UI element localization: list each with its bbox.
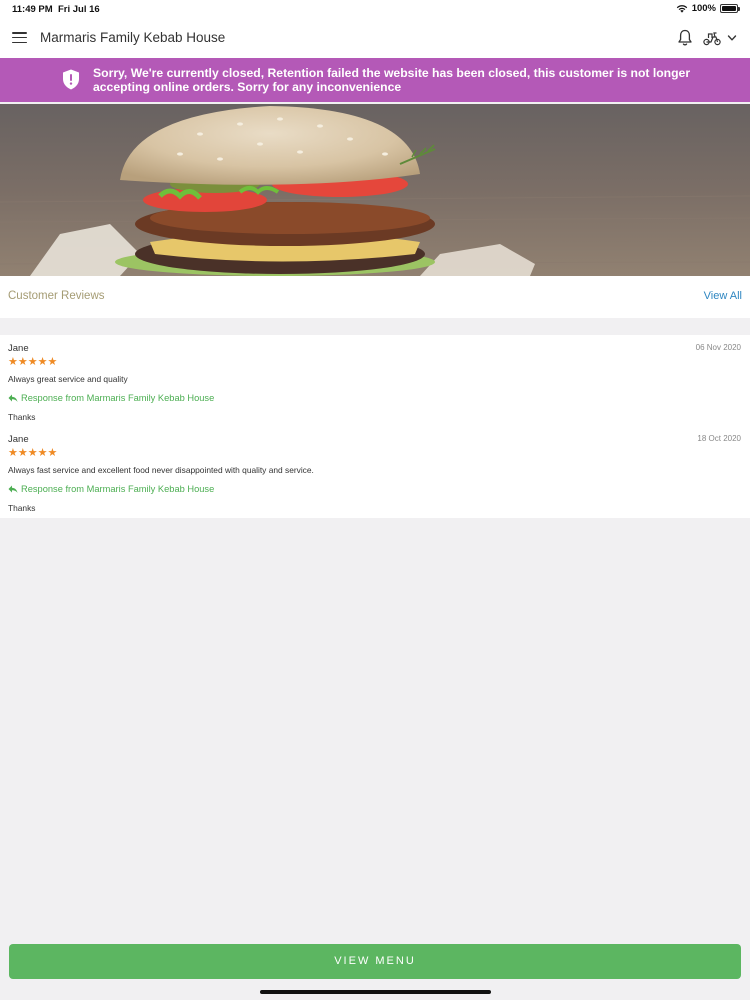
battery-icon <box>720 4 740 13</box>
closed-message: Sorry, We're currently closed, Retention… <box>93 66 691 94</box>
response-link[interactable]: Response from Marmaris Family Kebab Hous… <box>8 484 214 494</box>
burger-illustration <box>0 104 750 276</box>
star-rating: ★★★★★ <box>8 447 57 459</box>
review-item: Jane 18 Oct 2020 ★★★★★ Always fast servi… <box>0 426 750 516</box>
star-rating: ★★★★★ <box>8 356 57 368</box>
closed-banner: Sorry, We're currently closed, Retention… <box>0 58 750 102</box>
star-icons: ★★★★★ <box>8 447 58 459</box>
review-text: Always fast service and excellent food n… <box>8 465 314 475</box>
reply-icon <box>8 485 18 493</box>
status-bar: 11:49 PM Fri Jul 16 100% <box>0 0 750 18</box>
restaurant-title: Marmaris Family Kebab House <box>40 30 226 45</box>
view-all-link[interactable]: View All <box>704 290 742 302</box>
reviews-list: Jane 06 Nov 2020 ★★★★★ Always great serv… <box>0 335 750 518</box>
bell-icon[interactable] <box>677 29 693 47</box>
home-indicator <box>260 990 491 994</box>
wifi-icon <box>676 5 687 13</box>
star-icons: ★★★★★ <box>8 356 58 368</box>
response-label: Response from Marmaris Family Kebab Hous… <box>21 484 215 494</box>
reply-icon <box>8 394 18 402</box>
reviews-title: Customer Reviews <box>8 290 105 302</box>
app-header: Marmaris Family Kebab House <box>0 18 750 58</box>
battery-percent: 100% <box>691 3 716 14</box>
reviewer-name: Jane <box>8 434 29 445</box>
response-text: Thanks <box>8 503 36 513</box>
review-date: 18 Oct 2020 <box>697 434 741 443</box>
scooter-icon[interactable] <box>702 29 722 47</box>
reviewer-name: Jane <box>8 343 29 354</box>
review-date: 06 Nov 2020 <box>695 343 741 352</box>
chevron-down-icon[interactable] <box>726 31 738 45</box>
status-indicators: 100% <box>676 3 740 14</box>
response-link[interactable]: Response from Marmaris Family Kebab Hous… <box>8 393 214 403</box>
menu-icon[interactable] <box>12 32 27 44</box>
hero-burger-image <box>0 104 750 276</box>
reviews-header: Customer Reviews View All <box>0 276 750 318</box>
shield-alert-icon <box>63 69 79 90</box>
view-menu-button[interactable]: VIEW MENU <box>9 944 741 979</box>
review-text: Always great service and quality <box>8 374 128 384</box>
response-text: Thanks <box>8 412 36 422</box>
status-date: Fri Jul 16 <box>58 4 100 15</box>
review-item: Jane 06 Nov 2020 ★★★★★ Always great serv… <box>0 335 750 425</box>
status-time: 11:49 PM <box>12 4 53 15</box>
response-label: Response from Marmaris Family Kebab Hous… <box>21 393 215 403</box>
